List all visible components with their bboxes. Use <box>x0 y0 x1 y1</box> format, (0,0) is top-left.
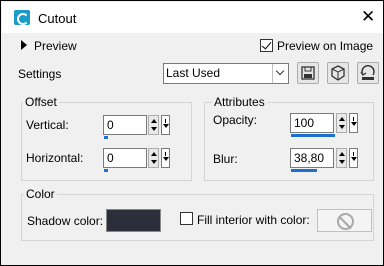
opacity-value: 100 <box>294 116 315 130</box>
shadow-color-label: Shadow color: <box>27 214 104 228</box>
blur-slider-dropdown[interactable] <box>349 148 358 168</box>
color-title: Color <box>24 187 57 201</box>
reset-icon <box>360 65 375 80</box>
vertical-label: Vertical: <box>26 118 69 132</box>
attributes-title: Attributes <box>212 95 267 109</box>
blur-slider[interactable] <box>291 169 317 172</box>
preview-toggle[interactable]: Preview <box>34 39 77 53</box>
opacity-slider-dropdown[interactable] <box>349 113 358 133</box>
save-preset-button[interactable] <box>297 62 319 84</box>
chevron-down-icon <box>275 66 285 76</box>
cutout-dialog: Cutout ✕ Preview Preview on Image Settin… <box>0 0 384 266</box>
preset-dropdown-button[interactable] <box>272 64 288 83</box>
opacity-input[interactable]: 100 <box>290 113 335 137</box>
offset-title: Offset <box>23 95 59 109</box>
title-bar: Cutout ✕ <box>2 2 383 33</box>
save-preset-icon <box>301 66 315 80</box>
opacity-slider[interactable] <box>291 134 335 137</box>
settings-label: Settings <box>18 67 62 81</box>
close-icon[interactable]: ✕ <box>361 6 375 28</box>
horizontal-slider-dropdown[interactable] <box>161 148 170 168</box>
fill-color-swatch[interactable] <box>317 209 372 232</box>
opacity-spinner[interactable] <box>336 113 347 133</box>
fill-interior-checkbox[interactable] <box>180 212 193 225</box>
blur-input[interactable]: 38,80 <box>290 148 334 172</box>
vertical-input[interactable]: 0 <box>103 115 147 139</box>
load-preset-button[interactable] <box>327 62 349 84</box>
window-title: Cutout <box>38 11 77 26</box>
horizontal-input[interactable]: 0 <box>103 148 147 172</box>
vertical-slider[interactable] <box>104 136 108 139</box>
horizontal-slider[interactable] <box>104 169 108 172</box>
preview-on-image-label: Preview on Image <box>277 39 374 53</box>
load-preset-icon <box>331 65 345 81</box>
preview-on-image-checkbox[interactable] <box>260 39 273 52</box>
fill-interior-label: Fill interior with color: <box>197 213 310 227</box>
opacity-label: Opacity: <box>213 113 258 127</box>
horizontal-spinner[interactable] <box>148 148 159 168</box>
preset-value: Last Used <box>166 66 221 80</box>
horizontal-value: 0 <box>107 151 114 165</box>
cutout-app-icon <box>14 10 30 25</box>
shadow-color-swatch[interactable] <box>106 209 161 232</box>
no-color-icon <box>337 213 354 230</box>
blur-value: 38,80 <box>294 151 325 165</box>
horizontal-label: Horizontal: <box>26 151 84 165</box>
blur-spinner[interactable] <box>336 148 347 168</box>
vertical-spinner[interactable] <box>148 115 159 135</box>
blur-label: Blur: <box>213 152 238 166</box>
vertical-slider-dropdown[interactable] <box>161 115 170 135</box>
expand-arrow-icon[interactable] <box>21 40 27 50</box>
reset-button[interactable] <box>357 62 379 84</box>
vertical-value: 0 <box>107 118 114 132</box>
preset-dropdown[interactable]: Last Used <box>163 63 289 84</box>
